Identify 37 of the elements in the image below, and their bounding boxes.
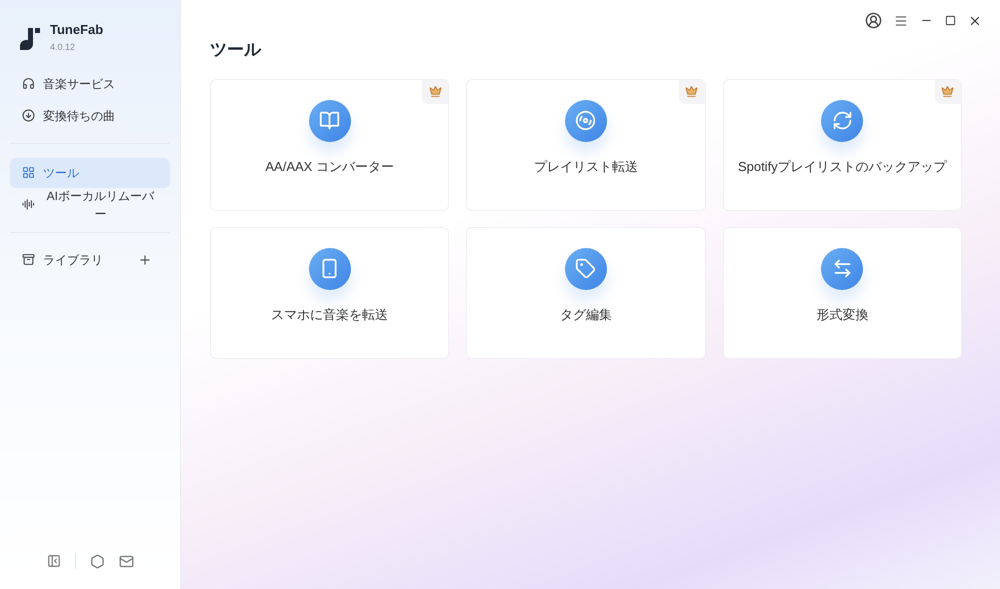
page-title: ツール xyxy=(210,39,262,61)
phone-icon xyxy=(308,248,351,290)
tool-label: タグ編集 xyxy=(558,306,613,324)
app-version: 4.0.12 xyxy=(50,41,76,54)
nav-item[interactable]: ツール xyxy=(10,158,170,188)
library-icon xyxy=(22,253,35,266)
tool-card[interactable]: プレイリスト転送 xyxy=(466,78,706,210)
logo-icon xyxy=(18,26,42,50)
tool-card[interactable]: タグ編集 xyxy=(466,226,706,358)
collapse-icon[interactable] xyxy=(46,554,60,568)
book-icon xyxy=(308,100,351,142)
app-name: TuneFab xyxy=(50,22,104,38)
download-icon xyxy=(22,109,35,122)
tool-label: プレイリスト転送 xyxy=(532,158,639,176)
mail-icon[interactable] xyxy=(118,554,134,568)
nav-item[interactable]: 音楽サービス xyxy=(10,68,170,98)
maximize-icon[interactable] xyxy=(945,15,956,26)
tool-card[interactable]: AA/AAX コンバーター xyxy=(210,78,450,210)
tool-label: Spotifyプレイリストのバックアップ xyxy=(736,158,948,176)
nav-item[interactable]: 変換待ちの曲 xyxy=(10,100,170,130)
account-icon[interactable] xyxy=(865,12,882,29)
nav-item[interactable]: ライブラリ xyxy=(10,244,138,274)
menu-icon[interactable] xyxy=(894,14,908,28)
sound-wave-icon xyxy=(22,198,35,211)
tool-card[interactable]: スマホに音楽を転送 xyxy=(210,226,450,358)
headphones-icon xyxy=(22,77,35,90)
tool-card[interactable]: Spotifyプレイリストのバックアップ xyxy=(722,78,962,210)
tool-label: AA/AAX コンバーター xyxy=(264,158,395,176)
tool-label: 形式変換 xyxy=(815,306,870,324)
grid-icon xyxy=(22,166,35,179)
tag-icon xyxy=(564,248,607,290)
sync-icon xyxy=(821,100,864,142)
tool-label: スマホに音楽を転送 xyxy=(270,306,390,324)
swap-icon xyxy=(821,248,864,290)
nav-item[interactable]: AIボーカルリムーバー xyxy=(10,190,170,220)
add-icon[interactable] xyxy=(138,252,152,266)
tool-card[interactable]: 形式変換 xyxy=(722,226,962,358)
